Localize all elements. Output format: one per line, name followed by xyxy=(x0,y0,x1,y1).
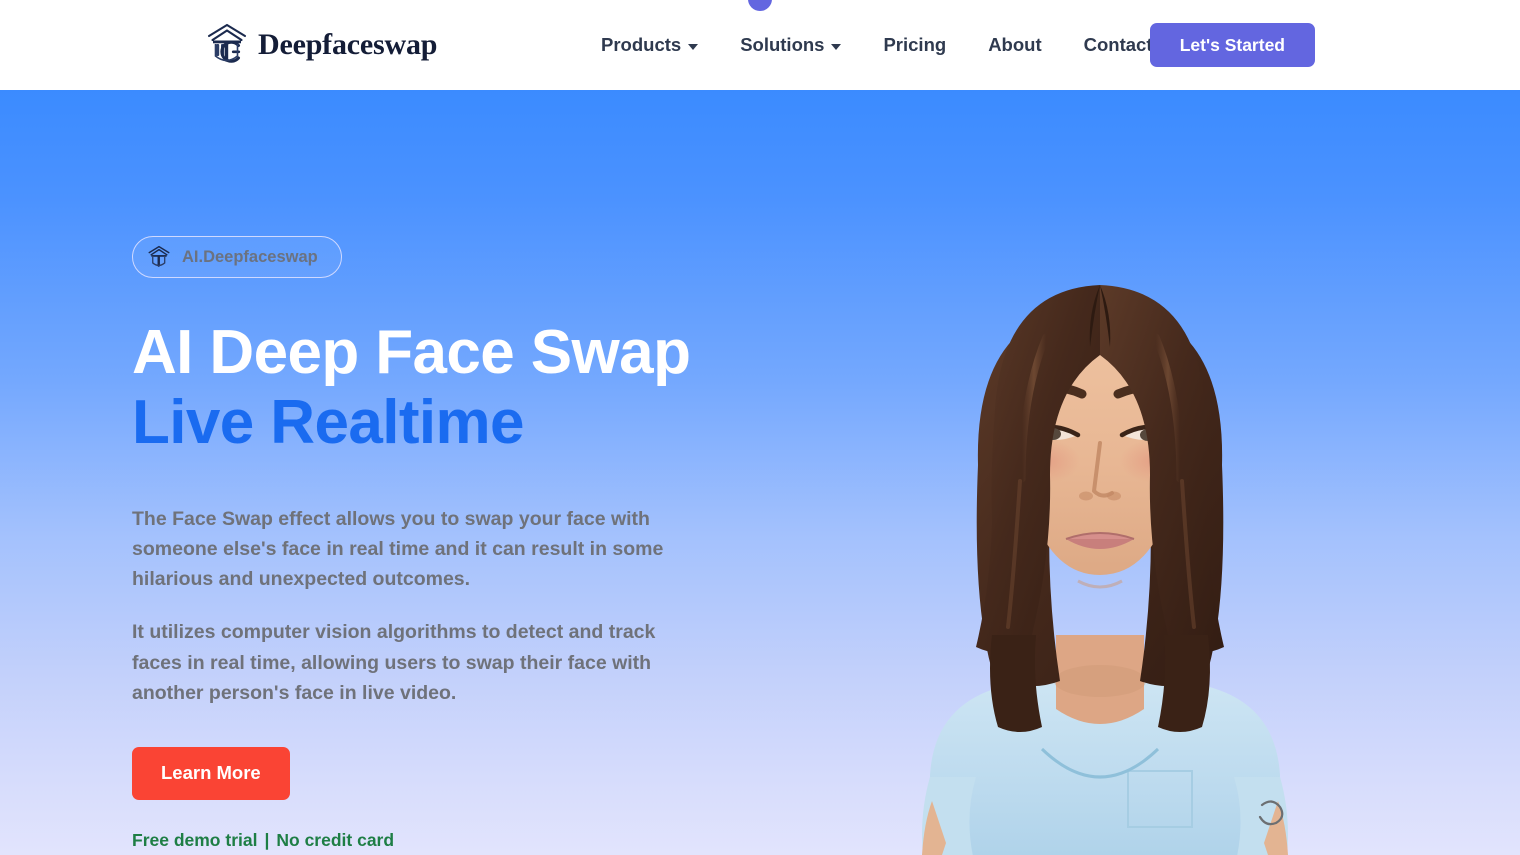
nav-item-products[interactable]: Products xyxy=(580,34,719,56)
nav-item-solutions[interactable]: Solutions xyxy=(719,34,862,56)
learn-more-button[interactable]: Learn More xyxy=(132,746,290,800)
free-demo-trial-link[interactable]: Free demo trial xyxy=(132,830,257,851)
nav-label-products: Products xyxy=(601,34,682,55)
hero-section: AI.Deepfaceswap AI Deep Face Swap Live R… xyxy=(0,90,1520,855)
woman-portrait-illustration xyxy=(922,285,1288,855)
lets-started-button[interactable]: Let's Started xyxy=(1149,23,1315,67)
site-header: Deepfaceswap Products Solutions Pricing … xyxy=(0,0,1520,90)
main-navigation: Products Solutions Pricing About Contact… xyxy=(580,0,1202,90)
logo-text: Deepfaceswap xyxy=(258,28,438,61)
no-credit-card-link[interactable]: No credit card xyxy=(276,830,394,851)
headline-line-2: Live Realtime xyxy=(132,388,525,458)
nav-label-pricing: Pricing xyxy=(883,34,947,55)
hero-content: AI.Deepfaceswap AI Deep Face Swap Live R… xyxy=(132,236,732,851)
hero-portrait-image xyxy=(810,165,1390,855)
site-logo[interactable]: Deepfaceswap xyxy=(205,19,437,71)
page-title: AI Deep Face Swap Live Realtime xyxy=(132,318,732,458)
nav-label-solutions: Solutions xyxy=(740,34,825,55)
nav-label-about: About xyxy=(988,34,1042,55)
deepfaceswap-shield-logo-icon xyxy=(148,245,170,267)
headline-line-1: AI Deep Face Swap xyxy=(132,318,691,387)
hero-paragraph-2: It utilizes computer vision algorithms t… xyxy=(132,621,656,704)
nav-item-about[interactable]: About xyxy=(967,34,1062,56)
hero-paragraph-1: The Face Swap effect allows you to swap … xyxy=(132,507,664,591)
trial-note: Free demo trial | No credit card xyxy=(132,830,732,851)
ai-deepfaceswap-badge[interactable]: AI.Deepfaceswap xyxy=(132,236,342,278)
trial-separator: | xyxy=(264,829,270,850)
nav-item-pricing[interactable]: Pricing xyxy=(862,34,967,56)
chevron-down-icon xyxy=(831,43,842,50)
badge-label: AI.Deepfaceswap xyxy=(182,247,318,266)
deepfaceswap-shield-logo-icon xyxy=(207,23,247,63)
chevron-down-icon xyxy=(688,43,699,50)
